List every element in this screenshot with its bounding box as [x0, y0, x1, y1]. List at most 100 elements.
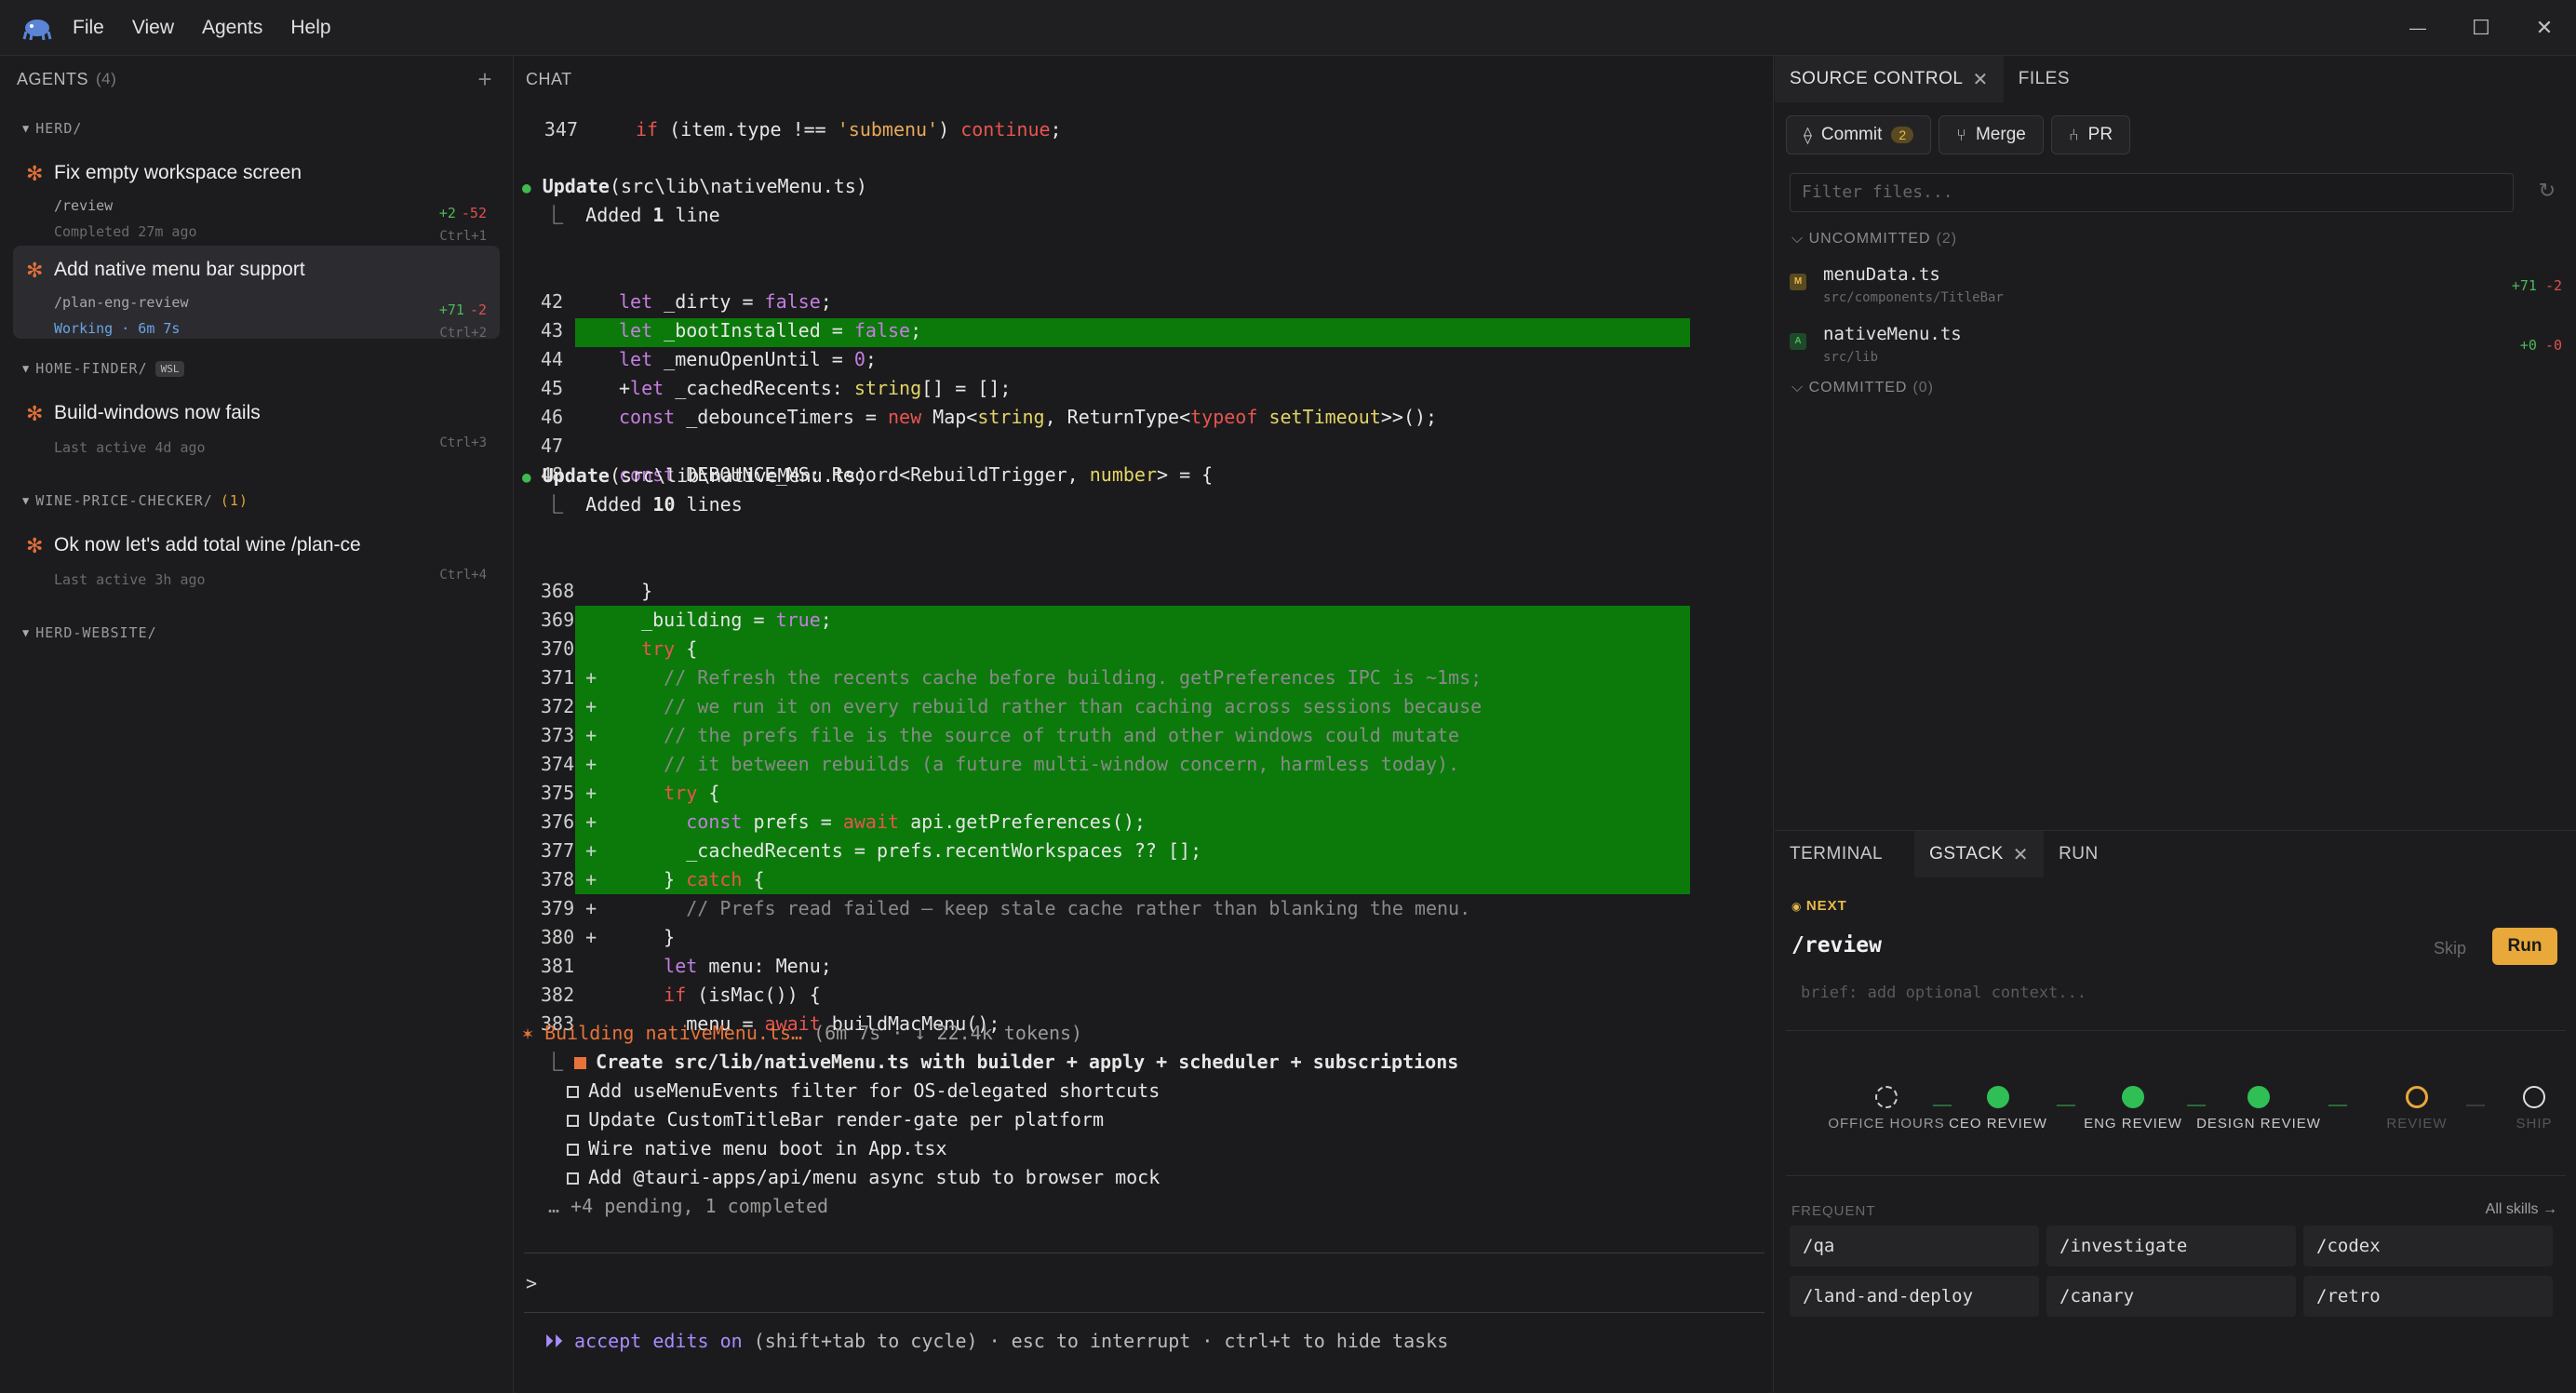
checkbox-icon — [567, 1172, 580, 1185]
tab-terminal[interactable]: TERMINAL — [1775, 831, 1898, 877]
skill-button[interactable]: /canary — [2046, 1276, 2296, 1317]
agent-status: Last active 3h ago — [54, 571, 206, 588]
line-number: 44 — [541, 348, 564, 370]
close-button[interactable]: ✕ — [2513, 0, 2576, 56]
update-summary: ⎿ Added 10 lines — [522, 490, 743, 519]
group-label: COMMITTED — [1808, 380, 1908, 395]
title-bar: File View Agents Help — ☐ ✕ — [0, 0, 2576, 56]
line-number: 46 — [541, 406, 564, 428]
merge-button[interactable]: ⑂ Merge — [1939, 115, 2044, 154]
skill-button[interactable]: /land-and-deploy — [1790, 1276, 2039, 1317]
pipeline-stage[interactable]: SHIP — [2469, 1086, 2576, 1132]
minimize-button[interactable]: — — [2386, 0, 2449, 56]
code-line: 376 + const prefs = await api.getPrefere… — [522, 808, 1146, 837]
pipeline-stage[interactable]: REVIEW — [2352, 1086, 2482, 1132]
line-number: 380 + — [541, 926, 597, 948]
commit-count-badge: 2 — [1891, 127, 1914, 143]
run-button[interactable]: Run — [2492, 928, 2557, 965]
right-panel: SOURCE CONTROL ✕ FILES ⟠ Commit 2 ⑂ Merge ⑃ P… — [1775, 56, 2576, 1393]
summary-text: Added — [585, 493, 653, 516]
skill-button[interactable]: /qa — [1790, 1226, 2039, 1266]
line-number: 377 + — [541, 839, 597, 862]
button-label: PR — [2087, 125, 2113, 144]
code-text: const _debounceTimers = new Map<string, … — [619, 406, 1438, 428]
menu-file[interactable]: File — [73, 17, 104, 39]
modified-file-icon: M — [1790, 274, 1806, 290]
summary-text: line — [664, 204, 720, 226]
code-line: 371 + // Refresh the recents cache befor… — [522, 663, 1482, 692]
deletions: -0 — [2544, 337, 2562, 354]
close-tab-icon[interactable]: ✕ — [2013, 843, 2029, 866]
deletions: -52 — [461, 205, 487, 221]
file-name: menuData.ts — [1823, 264, 1940, 285]
uncommitted-group[interactable]: ⌵ UNCOMMITTED (2) — [1791, 231, 1957, 248]
accept-edits-icon: ⏵⏵ — [544, 1330, 563, 1352]
agent-command: /plan-eng-review — [54, 294, 189, 311]
agents-panel: AGENTS (4) + ▼ HERD/ ✻ Fix empty workspac… — [0, 56, 514, 1393]
group-label: UNCOMMITTED — [1808, 231, 1931, 247]
agent-item[interactable]: ✻ Ok now let's add total wine /plan-ce L… — [13, 521, 500, 607]
deletions: -2 — [469, 301, 487, 318]
add-agent-button[interactable]: + — [477, 65, 492, 94]
menu-help[interactable]: Help — [290, 17, 330, 39]
group-count: (2) — [1936, 231, 1958, 247]
tab-gstack[interactable]: GSTACK ✕ — [1914, 831, 2045, 877]
code-token: ) — [938, 118, 961, 141]
file-item[interactable]: A nativeMenu.ts src/lib +0 -0 — [1790, 324, 2562, 370]
group-herd-website[interactable]: ▼ HERD-WEBSITE/ — [0, 616, 513, 650]
code-line: 380 + } — [522, 923, 675, 952]
pipeline-stage[interactable]: OFFICE HOURS — [1821, 1086, 1952, 1132]
skip-button[interactable]: Skip — [2434, 939, 2466, 958]
task-text: Wire native menu boot in App.tsx — [588, 1137, 947, 1159]
filter-files-input[interactable]: Filter files... — [1790, 173, 2514, 212]
skill-button[interactable]: /codex — [2303, 1226, 2553, 1266]
menu-agents[interactable]: Agents — [202, 17, 262, 39]
accept-edits-label[interactable]: accept edits on — [574, 1330, 743, 1352]
pr-button[interactable]: ⑃ PR — [2050, 115, 2131, 154]
code-text: try { — [664, 782, 720, 804]
commit-button[interactable]: ⟠ Commit 2 — [1786, 115, 1932, 154]
line-number: 45 — [541, 377, 564, 399]
group-home-finder[interactable]: ▼ HOME-FINDER/WSL — [0, 352, 513, 385]
gstack-panel: TERMINAL GSTACK ✕ RUN ◉ NEXT /review Skip… — [1775, 830, 2576, 1393]
checkbox-icon — [567, 1144, 580, 1156]
pipeline-stage[interactable]: CEO REVIEW — [1933, 1086, 2063, 1132]
tab-run[interactable]: RUN — [2044, 831, 2113, 877]
group-label: HERD-WEBSITE/ — [35, 624, 157, 641]
agents-count: (4) — [96, 70, 117, 87]
agent-item[interactable]: ✻ Fix empty workspace screen /review Com… — [13, 149, 500, 244]
close-tab-icon[interactable]: ✕ — [1972, 68, 1988, 91]
agent-item[interactable]: ✻ Build-windows now fails Last active 4d… — [13, 389, 500, 475]
pipeline-stage[interactable]: ENG REVIEW — [2068, 1086, 2198, 1132]
circle-icon — [1875, 1086, 1898, 1108]
group-wine-price-checker[interactable]: ▼ WINE-PRICE-CHECKER/ (1) — [0, 484, 513, 517]
skill-button[interactable]: /retro — [2303, 1276, 2553, 1317]
menu-view[interactable]: View — [132, 17, 174, 39]
line-number: 373 + — [541, 724, 597, 746]
group-herd[interactable]: ▼ HERD/ — [0, 112, 513, 145]
line-number: 42 — [541, 290, 564, 313]
asterisk-icon: ✻ — [26, 402, 44, 425]
next-text: NEXT — [1805, 898, 1847, 914]
spinner-icon: ✶ — [522, 1022, 545, 1044]
pipeline-stage[interactable]: DESIGN REVIEW — [2194, 1086, 2324, 1132]
commit-icon: ⟠ — [1804, 125, 1812, 144]
skill-button[interactable]: /investigate — [2046, 1226, 2296, 1266]
tab-source-control[interactable]: SOURCE CONTROL ✕ — [1775, 56, 2004, 102]
agent-item-active[interactable]: ✻ Add native menu bar support /plan-eng-… — [13, 246, 500, 341]
maximize-button[interactable]: ☐ — [2449, 0, 2513, 56]
tree-branch-icon: ⎿ — [522, 493, 586, 516]
refresh-icon[interactable]: ↻ — [2539, 179, 2556, 203]
tab-files[interactable]: FILES — [2004, 56, 2085, 102]
context-input[interactable]: brief: add optional context... — [1801, 984, 2086, 1002]
all-skills-link[interactable]: All skills → — [2486, 1201, 2557, 1218]
chat-input[interactable]: > — [526, 1272, 537, 1294]
task-item: ⎿ Create src/lib/nativeMenu.ts with buil… — [522, 1048, 1458, 1077]
code-text: // the prefs file is the source of truth… — [619, 724, 1460, 746]
file-item[interactable]: M menuData.ts src/components/TitleBar +7… — [1790, 264, 2562, 311]
tree-branch-icon: ⎿ — [522, 204, 586, 226]
code-text: let _menuOpenUntil = 0; — [619, 348, 877, 370]
committed-group[interactable]: ⌵ COMMITTED (0) — [1791, 380, 1934, 396]
check-circle-icon — [2247, 1086, 2270, 1108]
